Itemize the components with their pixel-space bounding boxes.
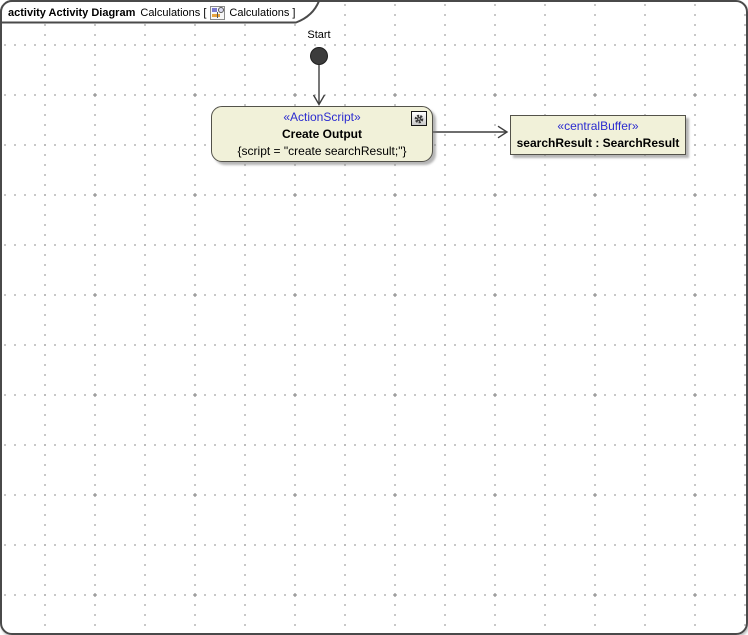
initial-node-label: Start <box>307 29 331 41</box>
edge-arrowhead-down <box>312 94 326 106</box>
gear-glyph <box>414 114 424 123</box>
diagram-icon-detail <box>212 13 221 17</box>
frame-title: activity Activity Diagram <box>8 6 136 19</box>
action-script-text: {script = "create searchResult;"} <box>237 143 407 158</box>
diagram-canvas[interactable]: activity Activity Diagram Calculations [… <box>0 0 748 635</box>
central-buffer-node[interactable]: «centralBuffer» searchResult : SearchRes… <box>510 115 686 155</box>
activity-diagram-icon <box>210 5 226 20</box>
diagram-icon-detail <box>218 6 225 13</box>
frame-context-label: Calculations [ <box>140 6 207 19</box>
action-node[interactable]: «ActionScript» Create Output {script = "… <box>211 106 433 162</box>
frame-header-label: activity Activity Diagram Calculations [… <box>8 4 295 21</box>
initial-node[interactable] <box>310 47 328 65</box>
frame-diagram-name: Calculations ] <box>229 6 296 19</box>
action-name: Create Output <box>281 126 362 141</box>
gear-icon[interactable] <box>411 111 427 126</box>
control-flow-edges <box>312 65 509 139</box>
edge-arrowhead-right <box>497 125 509 139</box>
action-stereotype: «ActionScript» <box>283 109 361 124</box>
buffer-name: searchResult : SearchResult <box>516 136 680 150</box>
buffer-stereotype: «centralBuffer» <box>557 119 639 133</box>
